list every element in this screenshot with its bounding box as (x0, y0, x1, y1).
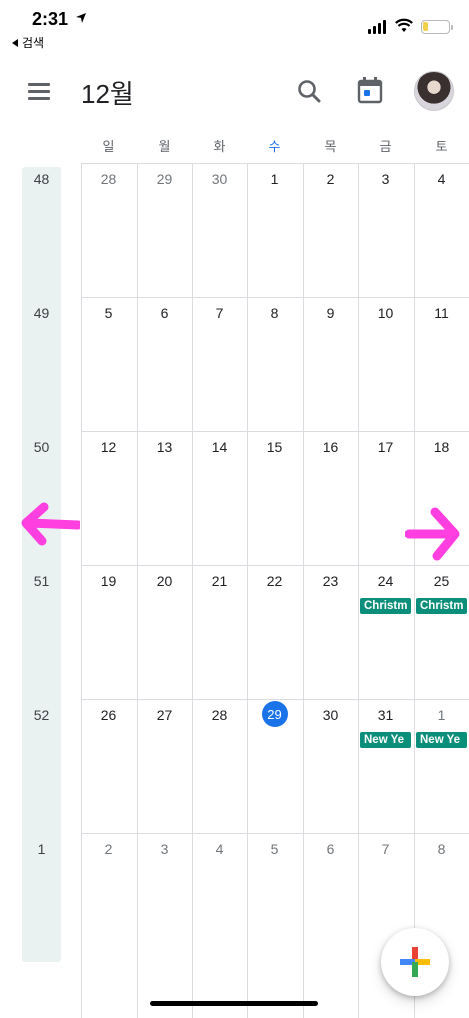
event-chip[interactable]: New Ye (416, 732, 467, 748)
day-cell-date[interactable]: 19 (81, 573, 136, 589)
day-cell-date[interactable]: 16 (303, 439, 358, 455)
home-indicator (150, 1001, 318, 1006)
create-event-button[interactable] (381, 928, 449, 996)
event-chip[interactable]: Christm (360, 598, 411, 614)
grid-row-divider (81, 833, 469, 834)
back-label: 검색 (22, 36, 45, 50)
day-cell-date[interactable]: 3 (358, 171, 413, 187)
week-number: 52 (33, 707, 50, 723)
day-cell-date[interactable]: 28 (192, 707, 247, 723)
day-cell-date[interactable]: 5 (81, 305, 136, 321)
grid-column-divider (247, 163, 248, 1018)
day-cell-date[interactable]: 2 (303, 171, 358, 187)
day-cell-date[interactable]: 24 (358, 573, 413, 589)
weekday-header: 월 (158, 139, 171, 154)
search-icon[interactable] (293, 75, 327, 109)
day-cell-date[interactable]: 1 (247, 171, 302, 187)
day-cell-date[interactable]: 7 (192, 305, 247, 321)
day-cell-date[interactable]: 17 (358, 439, 413, 455)
week-number: 48 (33, 171, 50, 187)
day-cell-date[interactable]: 26 (81, 707, 136, 723)
plus-icon (400, 947, 430, 977)
day-cell-date[interactable]: 6 (303, 841, 358, 857)
day-cell-date[interactable]: 14 (192, 439, 247, 455)
week-number: 51 (33, 573, 50, 589)
day-cell-date[interactable]: 9 (303, 305, 358, 321)
event-chip[interactable]: New Ye (360, 732, 411, 748)
swipe-right-arrow-icon (405, 507, 460, 561)
grid-column-divider (192, 163, 193, 1018)
day-cell-date[interactable]: 30 (192, 171, 247, 187)
day-cell-date[interactable]: 4 (192, 841, 247, 857)
calendar-today-icon[interactable] (353, 73, 387, 107)
day-cell-date[interactable]: 28 (81, 171, 136, 187)
day-cell-date[interactable]: 15 (247, 439, 302, 455)
grid-column-divider (81, 163, 82, 1018)
day-cell-date[interactable]: 20 (137, 573, 192, 589)
day-cell-date[interactable]: 5 (247, 841, 302, 857)
month-grid (81, 163, 469, 1018)
grid-column-divider (303, 163, 304, 1018)
today-date[interactable]: 29 (261, 701, 288, 727)
day-cell-date[interactable]: 8 (414, 841, 469, 857)
swipe-left-arrow-icon (21, 502, 80, 546)
status-time: 2:31 (32, 9, 69, 29)
back-triangle-icon (12, 38, 18, 47)
grid-column-divider (358, 163, 359, 1018)
day-cell-date[interactable]: 18 (414, 439, 469, 455)
month-title[interactable]: 12월 (81, 74, 134, 111)
weekday-header: 토 (435, 139, 448, 154)
wifi-icon (395, 18, 413, 32)
day-cell-date[interactable]: 2 (81, 841, 136, 857)
cellular-signal-icon (368, 20, 386, 34)
day-cell-date[interactable]: 8 (247, 305, 302, 321)
day-cell-date[interactable]: 3 (137, 841, 192, 857)
grid-row-divider (81, 565, 469, 566)
weekday-header: 금 (379, 139, 392, 154)
day-cell-date[interactable]: 31 (358, 707, 413, 723)
day-cell-date[interactable]: 10 (358, 305, 413, 321)
weekday-header: 수 (268, 139, 281, 154)
day-cell-date[interactable]: 29 (137, 171, 192, 187)
day-cell-date[interactable]: 21 (192, 573, 247, 589)
weekday-header: 목 (324, 139, 337, 154)
battery-icon (421, 20, 453, 34)
week-number: 49 (33, 305, 50, 321)
day-cell-date[interactable]: 1 (414, 707, 469, 723)
day-cell-date[interactable]: 25 (414, 573, 469, 589)
day-cell-date[interactable]: 7 (358, 841, 413, 857)
day-cell-date[interactable]: 23 (303, 573, 358, 589)
day-cell-date[interactable]: 6 (137, 305, 192, 321)
day-cell-date[interactable]: 30 (303, 707, 358, 723)
day-cell-date[interactable]: 12 (81, 439, 136, 455)
week-number: 50 (33, 439, 50, 455)
location-arrow-icon (76, 13, 86, 23)
menu-button[interactable] (24, 77, 54, 105)
day-cell-date[interactable]: 27 (137, 707, 192, 723)
grid-row-divider (81, 699, 469, 700)
day-cell-date[interactable]: 13 (137, 439, 192, 455)
grid-column-divider (137, 163, 138, 1018)
menu-icon (28, 83, 50, 86)
weekday-header: 일 (102, 139, 115, 154)
day-cell-date[interactable]: 4 (414, 171, 469, 187)
week-number: 1 (37, 841, 46, 857)
grid-column-divider (414, 163, 415, 1018)
event-chip[interactable]: Christm (416, 598, 467, 614)
day-cell-date[interactable]: 22 (247, 573, 302, 589)
grid-row-divider (81, 431, 469, 432)
profile-avatar[interactable] (414, 71, 454, 111)
grid-row-divider (81, 297, 469, 298)
back-to-search[interactable]: 검색 (12, 34, 44, 51)
day-cell-date[interactable]: 11 (414, 305, 469, 321)
weekday-header: 화 (213, 139, 226, 154)
